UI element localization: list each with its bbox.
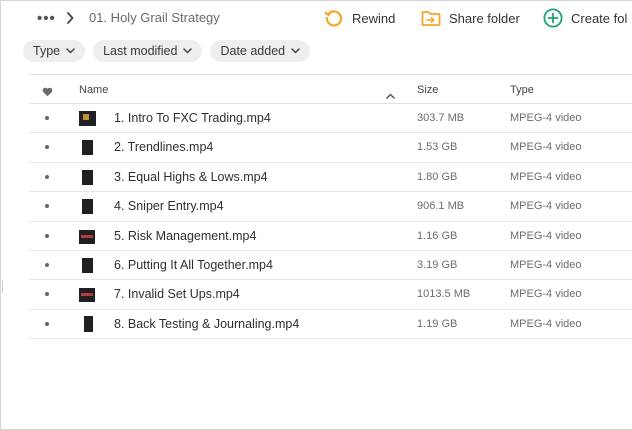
- file-type: MPEG-4 video: [510, 317, 582, 330]
- table-row[interactable]: 6. Putting It All Together.mp4 3.19 GB M…: [29, 251, 632, 281]
- table-row[interactable]: 1. Intro To FXC Trading.mp4 303.7 MB MPE…: [29, 104, 632, 134]
- file-list: 1. Intro To FXC Trading.mp4 303.7 MB MPE…: [29, 104, 632, 340]
- filter-label: Type: [33, 44, 61, 58]
- file-name[interactable]: 3. Equal Highs & Lows.mp4: [114, 170, 268, 184]
- rewind-icon: [324, 10, 343, 27]
- breadcrumb-current-folder[interactable]: 01. Holy Grail Strategy: [89, 10, 220, 25]
- filter-type[interactable]: Type: [23, 40, 86, 62]
- unstarred-dot-icon[interactable]: [45, 145, 49, 150]
- chevron-down-icon: [291, 48, 300, 54]
- unstarred-dot-icon[interactable]: [45, 174, 49, 179]
- column-header-size[interactable]: Size: [417, 84, 438, 96]
- table-row[interactable]: 2. Trendlines.mp4 1.53 GB MPEG-4 video: [29, 133, 632, 163]
- file-size: 1.16 GB: [417, 229, 458, 242]
- filter-last-modified[interactable]: Last modified: [93, 40, 203, 62]
- file-name[interactable]: 7. Invalid Set Ups.mp4: [114, 287, 240, 301]
- table-row[interactable]: 8. Back Testing & Journaling.mp4 1.19 GB…: [29, 310, 632, 340]
- resize-handle[interactable]: [2, 281, 3, 293]
- file-type: MPEG-4 video: [510, 112, 582, 124]
- video-thumbnail: [79, 229, 95, 244]
- unstarred-dot-icon[interactable]: [45, 116, 49, 120]
- file-type: MPEG-4 video: [510, 170, 582, 183]
- rewind-label: Rewind: [352, 10, 396, 26]
- column-header-type[interactable]: Type: [510, 84, 534, 96]
- unstarred-dot-icon[interactable]: [45, 262, 49, 267]
- table-row[interactable]: 5. Risk Management.mp4 1.16 GB MPEG-4 vi…: [29, 222, 632, 251]
- share-folder-button[interactable]: Share folder: [421, 8, 520, 28]
- file-type: MPEG-4 video: [510, 258, 582, 271]
- unstarred-dot-icon[interactable]: [45, 321, 49, 326]
- chevron-down-icon: [66, 48, 75, 54]
- video-thumbnail: [79, 288, 95, 303]
- unstarred-dot-icon[interactable]: [45, 204, 49, 209]
- video-thumbnail: [82, 169, 93, 185]
- file-size: 1.80 GB: [417, 170, 458, 183]
- plus-circle-icon: [543, 8, 563, 28]
- table-row[interactable]: 4. Sniper Entry.mp4 906.1 MB MPEG-4 vide…: [29, 192, 632, 222]
- unstarred-dot-icon[interactable]: [45, 233, 49, 238]
- rewind-button[interactable]: Rewind: [324, 8, 395, 28]
- heart-icon[interactable]: [42, 84, 53, 102]
- table-header: Name Size Type: [29, 76, 632, 104]
- file-size: 1.53 GB: [417, 141, 458, 154]
- column-header-name[interactable]: Name: [79, 84, 108, 96]
- file-name[interactable]: 2. Trendlines.mp4: [114, 140, 213, 154]
- file-size: 1013.5 MB: [417, 288, 471, 301]
- sort-ascending-icon[interactable]: [386, 86, 395, 104]
- video-thumbnail: [82, 257, 93, 273]
- create-folder-button[interactable]: Create fol: [543, 8, 627, 28]
- more-options-button[interactable]: •••: [37, 10, 56, 27]
- table-row[interactable]: 7. Invalid Set Ups.mp4 1013.5 MB MPEG-4 …: [29, 280, 632, 310]
- file-name[interactable]: 8. Back Testing & Journaling.mp4: [114, 317, 299, 331]
- file-name[interactable]: 1. Intro To FXC Trading.mp4: [114, 111, 271, 125]
- file-name[interactable]: 5. Risk Management.mp4: [114, 229, 256, 243]
- file-name[interactable]: 4. Sniper Entry.mp4: [114, 199, 224, 213]
- top-bar: ••• 01. Holy Grail Strategy Rewind Share…: [0, 0, 632, 36]
- file-size: 906.1 MB: [417, 200, 465, 213]
- filter-date-added[interactable]: Date added: [210, 40, 311, 62]
- table-divider: [29, 74, 632, 75]
- video-thumbnail: [79, 111, 96, 126]
- filter-label: Last modified: [103, 44, 178, 58]
- file-type: MPEG-4 video: [510, 200, 582, 213]
- video-thumbnail: [82, 140, 93, 156]
- file-size: 3.19 GB: [417, 258, 458, 271]
- video-thumbnail: [84, 315, 93, 332]
- file-type: MPEG-4 video: [510, 288, 582, 301]
- file-size: 303.7 MB: [417, 112, 465, 124]
- table-row[interactable]: 3. Equal Highs & Lows.mp4 1.80 GB MPEG-4…: [29, 163, 632, 193]
- filter-bar: Type Last modified Date added: [23, 40, 318, 62]
- share-folder-icon: [421, 11, 441, 26]
- file-type: MPEG-4 video: [510, 229, 582, 242]
- file-size: 1.19 GB: [417, 317, 458, 330]
- unstarred-dot-icon[interactable]: [45, 292, 49, 297]
- chevron-right-icon: [66, 11, 74, 29]
- file-type: MPEG-4 video: [510, 141, 582, 154]
- share-folder-label: Share folder: [449, 10, 520, 26]
- chevron-down-icon: [183, 48, 193, 54]
- video-thumbnail: [82, 199, 93, 215]
- filter-label: Date added: [220, 44, 286, 58]
- file-name[interactable]: 6. Putting It All Together.mp4: [114, 258, 273, 272]
- create-folder-label: Create fol: [571, 10, 628, 26]
